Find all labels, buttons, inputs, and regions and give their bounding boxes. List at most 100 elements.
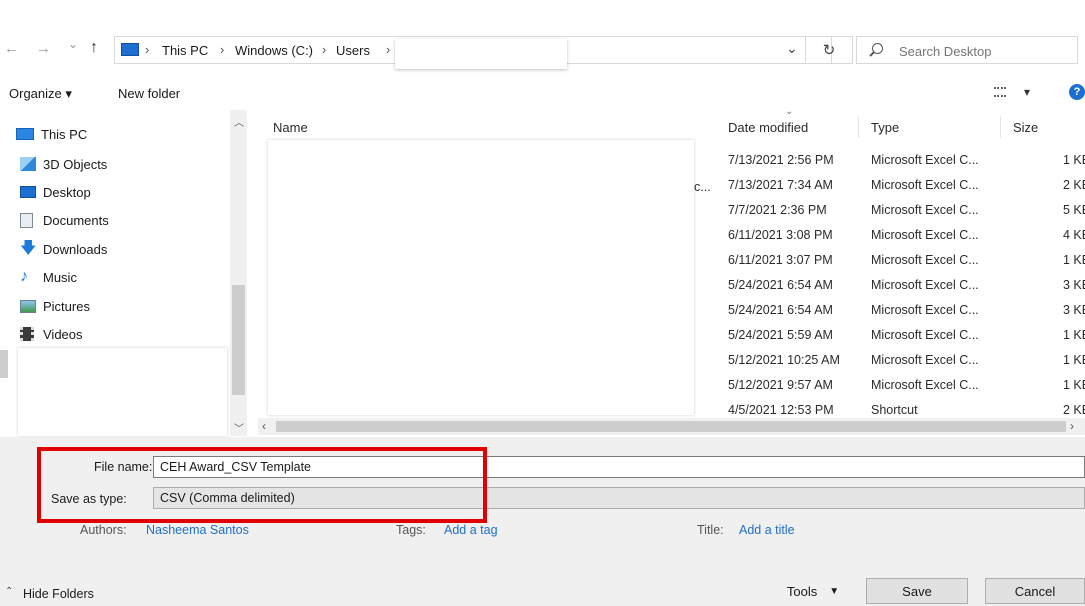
sidebar-item-label: Pictures	[43, 298, 90, 314]
file-type: Microsoft Excel C...	[871, 378, 979, 392]
film-icon	[20, 327, 34, 341]
address-bar[interactable]: › This PC › Windows (C:) › Users › ⌄	[114, 36, 832, 69]
file-date-modified: 5/24/2021 6:54 AM	[728, 278, 833, 292]
file-date-modified: 7/7/2021 2:36 PM	[728, 203, 827, 217]
chevron-down-icon: ▼	[829, 585, 840, 597]
redacted-sidebar-items	[18, 348, 227, 436]
file-date-modified: 5/24/2021 5:59 AM	[728, 328, 833, 342]
search-box[interactable]	[856, 36, 1078, 64]
sidebar-scrollbar-thumb[interactable]	[232, 285, 245, 395]
file-size: 1 KB	[1063, 378, 1085, 392]
breadcrumb-separator: ›	[220, 42, 225, 57]
column-header-type[interactable]: Type	[871, 120, 899, 135]
file-date-modified: 4/5/2021 12:53 PM	[728, 403, 834, 417]
hide-folders-button[interactable]: Hide Folders	[23, 587, 94, 601]
refresh-button[interactable]: ↻	[805, 36, 853, 64]
column-header-size[interactable]: Size	[1013, 120, 1038, 135]
sidebar-item-downloads[interactable]: 🡇 Downloads	[20, 237, 107, 261]
sidebar-item-label: 3D Objects	[43, 156, 108, 172]
file-date-modified: 5/24/2021 6:54 AM	[728, 303, 833, 317]
file-type: Microsoft Excel C...	[871, 353, 979, 367]
file-list-horizontal-scrollbar[interactable]: ‹ ›	[258, 418, 1085, 435]
file-type: Microsoft Excel C...	[871, 278, 979, 292]
pictures-icon	[20, 299, 36, 313]
sidebar-item-videos[interactable]: Videos	[20, 322, 83, 346]
tools-label: Tools	[786, 583, 818, 599]
address-dropdown-icon[interactable]: ⌄	[786, 40, 798, 57]
sort-indicator-icon: ⌄	[785, 106, 794, 117]
sidebar-item-desktop[interactable]: Desktop	[20, 180, 91, 204]
file-size: 1 KB	[1063, 153, 1085, 167]
title-value[interactable]: Add a title	[739, 523, 795, 537]
cube-icon	[20, 157, 36, 171]
documents-icon	[20, 212, 33, 228]
cancel-button[interactable]: Cancel	[985, 578, 1085, 604]
column-header-name[interactable]: Name	[273, 120, 308, 135]
column-divider	[1000, 116, 1001, 138]
save-button[interactable]: Save	[866, 578, 968, 604]
breadcrumb-this-pc[interactable]: This PC	[162, 43, 208, 58]
file-date-modified: 7/13/2021 7:34 AM	[728, 178, 833, 192]
scroll-down-icon[interactable]: ﹀	[234, 420, 244, 435]
new-folder-button[interactable]: New folder	[118, 86, 180, 101]
sidebar-item-documents[interactable]: Documents	[20, 208, 109, 232]
authors-value[interactable]: Nasheema Santos	[146, 523, 249, 537]
breadcrumb-separator: ›	[322, 42, 327, 57]
music-note-icon: ♪	[20, 268, 28, 285]
up-button[interactable]: ↑	[90, 39, 98, 57]
sidebar-scrollbar[interactable]: ︿ ﹀	[230, 110, 247, 436]
navigation-pane[interactable]: This PC 3D Objects Desktop Documents 🡇 D…	[0, 110, 248, 436]
authors-label: Authors:	[80, 523, 127, 537]
forward-button[interactable]: →	[36, 40, 51, 57]
sidebar-item-pictures[interactable]: Pictures	[20, 294, 90, 318]
help-icon[interactable]: ?	[1069, 84, 1085, 100]
sidebar-item-3d-objects[interactable]: 3D Objects	[20, 152, 107, 176]
sidebar-item-label: Desktop	[43, 184, 91, 200]
back-button[interactable]: ←	[4, 40, 19, 57]
file-size: 1 KB	[1063, 353, 1085, 367]
sidebar-item-label: Music	[43, 269, 77, 285]
file-size: 3 KB	[1063, 303, 1085, 317]
sidebar-item-label: Downloads	[43, 241, 108, 257]
scroll-right-icon[interactable]: ›	[1070, 419, 1074, 433]
column-header-date-modified[interactable]: Date modified	[728, 120, 808, 135]
breadcrumb-separator: ›	[145, 42, 150, 57]
sidebar-left-edge	[0, 350, 8, 378]
file-date-modified: 5/12/2021 10:25 AM	[728, 353, 840, 367]
breadcrumb-users[interactable]: Users	[336, 43, 370, 58]
tags-value[interactable]: Add a tag	[444, 523, 498, 537]
breadcrumb-windows-c[interactable]: Windows (C:)	[235, 43, 313, 58]
sidebar-item-this-pc[interactable]: This PC	[16, 122, 87, 146]
file-size: 1 KB	[1063, 253, 1085, 267]
organize-menu[interactable]: Organize ▾	[9, 86, 72, 102]
file-type: Microsoft Excel C...	[871, 178, 979, 192]
tools-menu[interactable]: Tools ▼	[770, 578, 856, 604]
horizontal-scrollbar-thumb[interactable]	[276, 421, 1066, 432]
view-options-icon[interactable]	[994, 87, 1006, 97]
file-date-modified: 6/11/2021 3:07 PM	[728, 253, 833, 267]
file-date-modified: 5/12/2021 9:57 AM	[728, 378, 833, 392]
tags-label: Tags:	[396, 523, 426, 537]
sidebar-item-music[interactable]: ♪ Music	[20, 265, 77, 289]
search-icon-handle	[869, 51, 875, 57]
file-size: 2 KB	[1063, 403, 1085, 417]
file-type: Microsoft Excel C...	[871, 203, 979, 217]
breadcrumb-separator: ›	[386, 42, 391, 57]
computer-icon	[16, 128, 34, 140]
download-arrow-icon: 🡇	[20, 240, 37, 257]
file-type: Microsoft Excel C...	[871, 303, 979, 317]
refresh-icon: ↻	[822, 42, 836, 59]
file-size: 5 KB	[1063, 203, 1085, 217]
collapse-arrow-icon: ⌃	[5, 586, 14, 597]
title-label: Title:	[697, 523, 724, 537]
recent-locations-button[interactable]: ⌄	[68, 37, 78, 51]
view-options-dropdown[interactable]: ▾	[1024, 85, 1030, 99]
computer-icon	[121, 43, 139, 56]
search-input[interactable]	[897, 41, 1071, 61]
file-type: Microsoft Excel C...	[871, 153, 979, 167]
scroll-left-icon[interactable]: ‹	[262, 419, 266, 433]
sidebar-item-label: Documents	[43, 212, 109, 228]
scroll-up-icon[interactable]: ︿	[234, 114, 244, 129]
file-size: 4 KB	[1063, 228, 1085, 242]
title-bar	[0, 0, 1085, 14]
